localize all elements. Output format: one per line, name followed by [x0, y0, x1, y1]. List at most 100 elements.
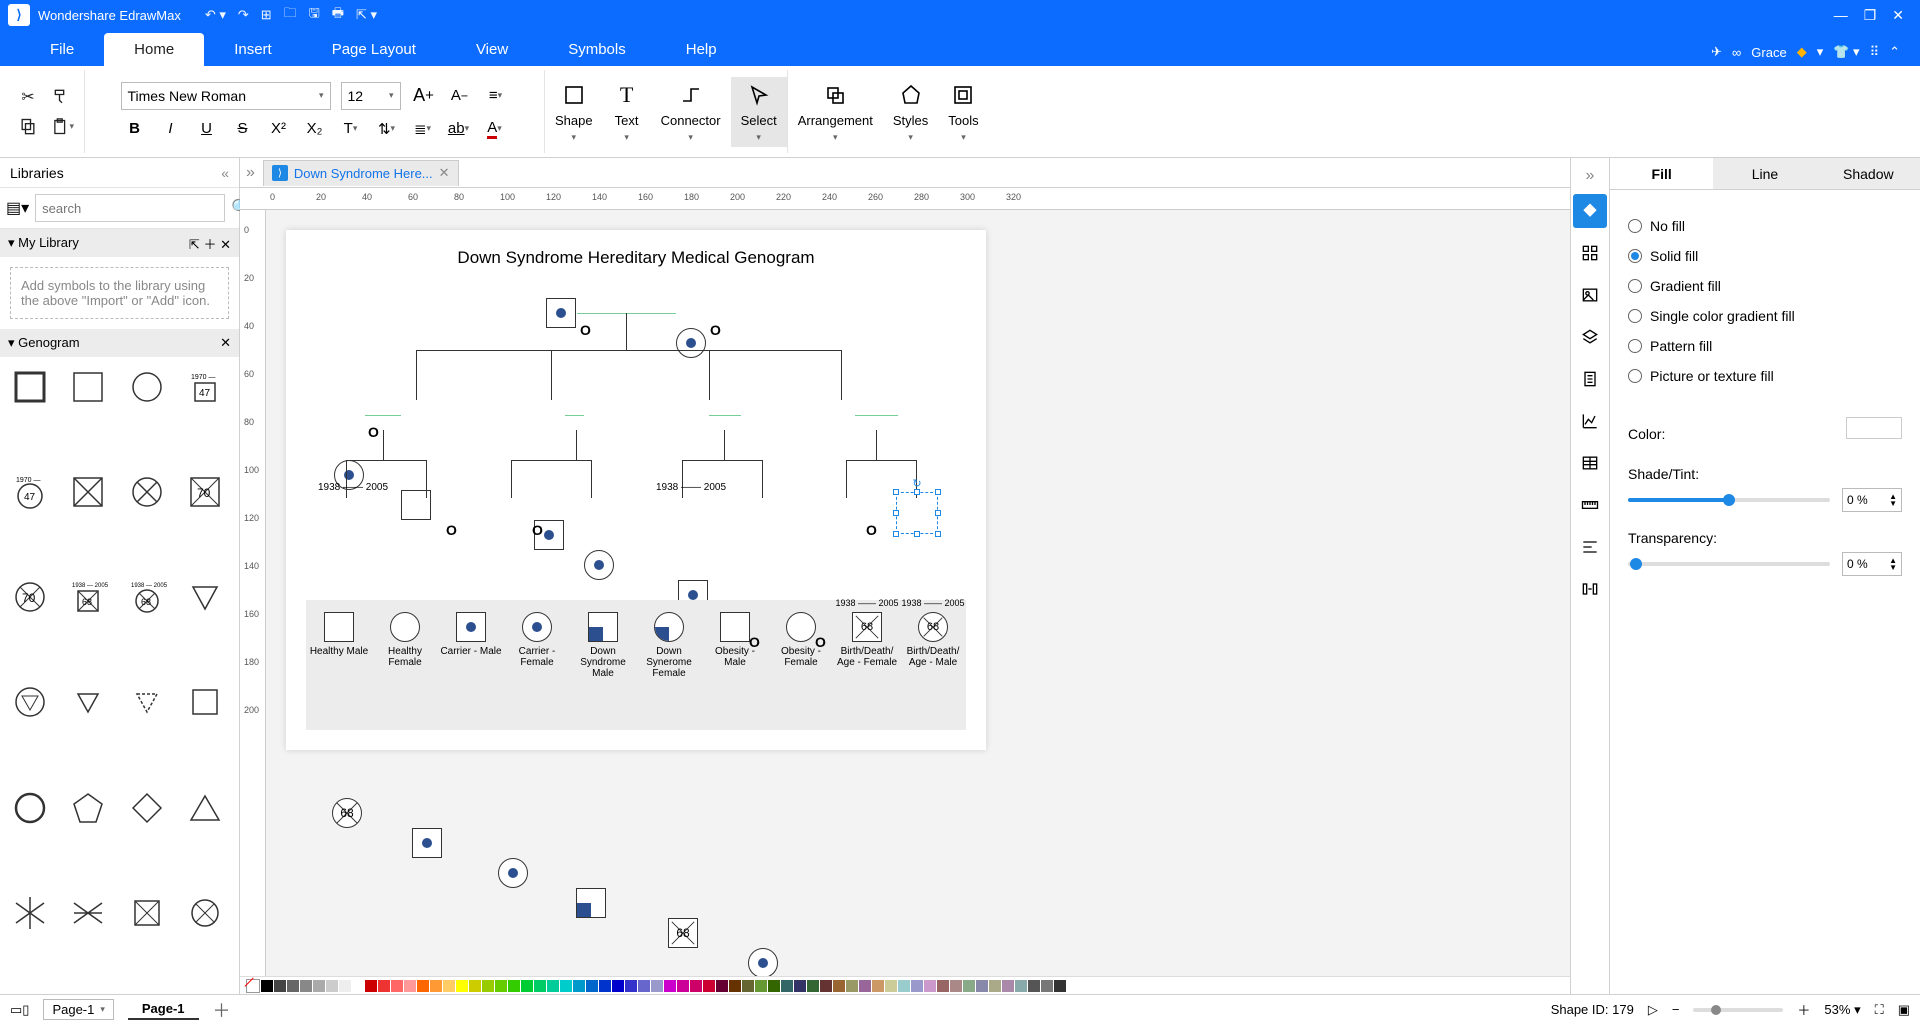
menu-page-layout[interactable]: Page Layout	[302, 33, 446, 66]
shape-year-box[interactable]: 1970 —47	[181, 363, 229, 411]
color-swatch[interactable]	[937, 980, 949, 992]
color-swatch[interactable]	[378, 980, 390, 992]
radio-pattern-fill[interactable]: Pattern fill	[1628, 338, 1902, 354]
shade-value[interactable]: 0 %▲▼	[1842, 488, 1902, 512]
cut-icon[interactable]: ✂	[16, 85, 40, 109]
menu-home[interactable]: Home	[104, 33, 204, 66]
text-highlight-button[interactable]: ab ▾	[446, 116, 472, 142]
color-swatch[interactable]	[274, 980, 286, 992]
canvas-page[interactable]: Down Syndrome Hereditary Medical Genogra…	[286, 230, 986, 750]
shape-circle[interactable]	[123, 363, 171, 411]
shape-pentagon[interactable]	[64, 784, 112, 832]
shape-box-x[interactable]	[123, 889, 171, 937]
menu-file[interactable]: File	[20, 33, 104, 66]
shape-circle-x[interactable]	[123, 468, 171, 516]
color-swatch[interactable]	[469, 980, 481, 992]
save-icon[interactable]: 🖫	[309, 4, 320, 26]
page-select[interactable]: Page-1▾	[43, 999, 113, 1020]
color-swatch[interactable]	[1002, 980, 1014, 992]
color-swatch[interactable]	[950, 980, 962, 992]
node-g3-5[interactable]: 68	[668, 918, 698, 948]
color-swatch[interactable]	[963, 980, 975, 992]
color-swatch[interactable]	[794, 980, 806, 992]
menu-view[interactable]: View	[446, 33, 538, 66]
close-genogram-icon[interactable]: ✕	[220, 335, 231, 351]
document-tab[interactable]: ⟩ Down Syndrome Here... ✕	[263, 160, 459, 186]
add-page-icon[interactable]: ＋	[213, 997, 231, 1023]
distribute-panel-icon[interactable]	[1573, 572, 1607, 606]
shape-tri-only[interactable]	[64, 678, 112, 726]
grid-panel-icon[interactable]	[1573, 236, 1607, 270]
shape-tri-dash[interactable]	[123, 678, 171, 726]
close-section-icon[interactable]: ✕	[220, 237, 231, 252]
maximize-button[interactable]: ❐	[1864, 7, 1877, 24]
color-swatch[interactable]	[547, 980, 559, 992]
text-tool[interactable]: T Text▾	[603, 77, 651, 147]
color-swatch[interactable]	[1015, 980, 1027, 992]
align-icon[interactable]: ≡ ▾	[483, 83, 509, 109]
styles-tool[interactable]: Styles▾	[883, 77, 938, 147]
color-swatch[interactable]	[755, 980, 767, 992]
shape-year-circle[interactable]: 1970 —47	[6, 468, 54, 516]
color-swatch[interactable]	[443, 980, 455, 992]
layers-panel-icon[interactable]	[1573, 320, 1607, 354]
color-swatch[interactable]	[560, 980, 572, 992]
font-family-select[interactable]: Times New Roman▾	[121, 82, 331, 110]
menu-insert[interactable]: Insert	[204, 33, 302, 66]
bold-button[interactable]: B	[122, 116, 148, 142]
new-icon[interactable]: ⊞	[261, 7, 272, 23]
color-swatch[interactable]	[846, 980, 858, 992]
color-swatch[interactable]	[1846, 417, 1902, 439]
color-swatch[interactable]	[300, 980, 312, 992]
color-swatch[interactable]	[430, 980, 442, 992]
transparency-value[interactable]: 0 %▲▼	[1842, 552, 1902, 576]
zoom-value[interactable]: 53% ▾	[1824, 1002, 1860, 1018]
shade-slider[interactable]	[1628, 498, 1830, 502]
connector-tool[interactable]: Connector▾	[651, 77, 731, 147]
color-swatch[interactable]	[677, 980, 689, 992]
color-swatch[interactable]	[742, 980, 754, 992]
color-swatch[interactable]	[768, 980, 780, 992]
color-swatch[interactable]	[404, 980, 416, 992]
paste-icon[interactable]: ▾	[50, 115, 74, 139]
color-swatch[interactable]	[989, 980, 1001, 992]
radio-solid-fill[interactable]: Solid fill	[1628, 248, 1902, 264]
chart-panel-icon[interactable]	[1573, 404, 1607, 438]
copy-icon[interactable]	[16, 115, 40, 139]
zoom-in-icon[interactable]: ＋	[1797, 1000, 1810, 1019]
color-swatch[interactable]	[716, 980, 728, 992]
page-layout-icon[interactable]: ▭▯	[10, 1002, 29, 1018]
node-g3-2[interactable]	[412, 828, 442, 858]
decrease-font-icon[interactable]: A−	[447, 83, 473, 109]
color-swatch[interactable]	[417, 980, 429, 992]
zoom-slider[interactable]	[1693, 1008, 1783, 1012]
rotate-handle-icon[interactable]: ↻	[912, 477, 921, 490]
color-swatch[interactable]	[508, 980, 520, 992]
color-swatch[interactable]	[833, 980, 845, 992]
search-input[interactable]	[35, 194, 225, 222]
collapse-panel-icon[interactable]: «	[221, 165, 229, 181]
radio-no-fill[interactable]: No fill	[1628, 218, 1902, 234]
image-panel-icon[interactable]	[1573, 278, 1607, 312]
shape-triangle-down[interactable]	[181, 573, 229, 621]
shape-square-thin[interactable]	[181, 678, 229, 726]
color-swatch[interactable]	[976, 980, 988, 992]
send-icon[interactable]: ✈	[1711, 44, 1722, 60]
node-g2-f2[interactable]	[584, 550, 614, 580]
shape-star2[interactable]	[64, 889, 112, 937]
my-library-section[interactable]: ▾ My Library ⇱ ＋ ✕	[0, 229, 239, 257]
color-swatch[interactable]	[482, 980, 494, 992]
color-swatch[interactable]	[261, 980, 273, 992]
node-g1-male[interactable]	[546, 298, 576, 328]
add-icon[interactable]: ＋	[203, 237, 216, 252]
node-g3-6[interactable]	[748, 948, 778, 976]
color-swatch[interactable]	[352, 980, 364, 992]
line-spacing-button[interactable]: ⇅ ▾	[374, 116, 400, 142]
text-case-button[interactable]: T ▾	[338, 116, 364, 142]
shape-diamond[interactable]	[123, 784, 171, 832]
user-name[interactable]: Grace	[1751, 45, 1786, 60]
color-swatch[interactable]	[898, 980, 910, 992]
node-g3-3[interactable]	[498, 858, 528, 888]
color-swatch[interactable]	[729, 980, 741, 992]
import-icon[interactable]: ⇱	[189, 237, 200, 252]
